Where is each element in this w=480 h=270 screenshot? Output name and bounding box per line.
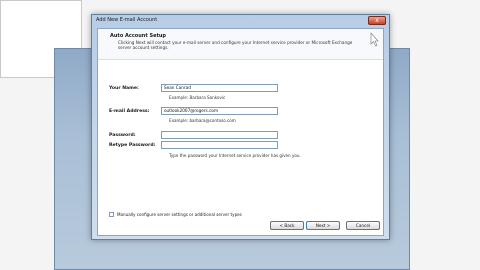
dialog-title: Add New E-mail Account bbox=[96, 17, 158, 23]
your-name-label: Your Name: bbox=[109, 86, 139, 91]
next-button[interactable]: Next > bbox=[306, 221, 340, 230]
email-address-hint: Example: barbara@contoso.com bbox=[169, 118, 236, 123]
cancel-button[interactable]: Cancel bbox=[346, 221, 380, 230]
auto-setup-description: Clicking Next will contact your e-mail s… bbox=[118, 40, 353, 50]
retype-password-label: Retype Password: bbox=[109, 143, 156, 148]
back-button[interactable]: < Back bbox=[270, 221, 304, 230]
auto-setup-title: Auto Account Setup bbox=[110, 33, 166, 39]
email-address-input[interactable]: outlook2007@rogers.com bbox=[161, 107, 278, 115]
email-address-label: E-mail Address: bbox=[109, 109, 150, 114]
auto-setup-header: Auto Account Setup Clicking Next will co… bbox=[98, 29, 383, 60]
close-button[interactable]: x bbox=[368, 16, 386, 25]
manual-configure-label: Manually configure server settings or ad… bbox=[117, 212, 242, 217]
password-input[interactable] bbox=[161, 131, 278, 139]
manual-configure-checkbox[interactable] bbox=[109, 212, 114, 217]
retype-password-input[interactable] bbox=[161, 141, 278, 149]
your-name-input[interactable]: Sean Conrad bbox=[161, 84, 278, 92]
add-email-account-dialog: Add New E-mail Account x Auto Account Se… bbox=[91, 14, 390, 240]
dialog-body: Auto Account Setup Clicking Next will co… bbox=[97, 28, 384, 236]
password-label: Password: bbox=[109, 133, 136, 138]
your-name-hint: Example: Barbara Sankovic bbox=[169, 95, 226, 100]
close-icon: x bbox=[375, 17, 379, 24]
mouse-cursor-icon bbox=[370, 32, 379, 47]
password-hint: Type the password your Internet service … bbox=[169, 153, 301, 158]
